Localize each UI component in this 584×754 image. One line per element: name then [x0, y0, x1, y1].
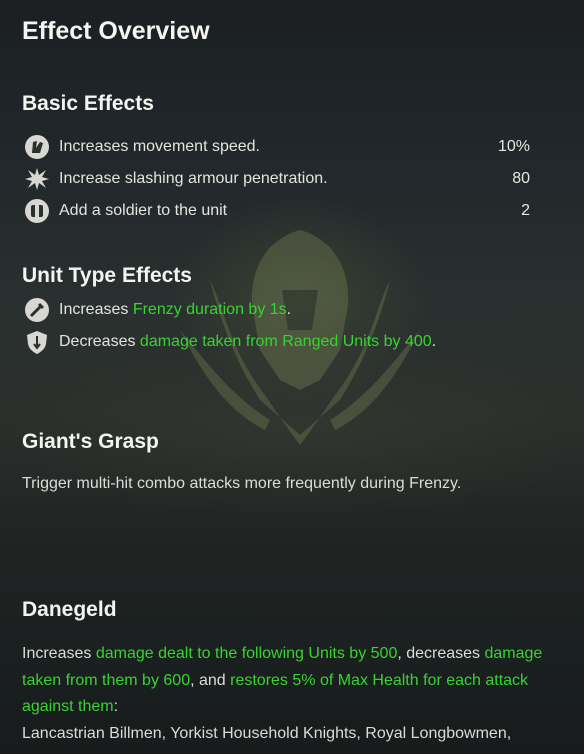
danegeld-text-part: : — [113, 698, 119, 715]
basic-effect-label: Increases movement speed. — [59, 138, 260, 155]
giants-grasp-text: Trigger multi-hit combo attacks more fre… — [22, 475, 462, 492]
unit-type-suffix: . — [286, 301, 292, 318]
unit-type-highlight: damage taken from Ranged Units by 400 — [139, 333, 432, 350]
slash-burst-icon — [24, 166, 50, 192]
danegeld-heading: Danegeld — [22, 598, 117, 621]
soldier-icon — [24, 198, 50, 224]
basic-effect-row: Increases movement speed. 10% — [24, 133, 530, 161]
unit-type-effects-heading: Unit Type Effects — [22, 264, 192, 287]
basic-effect-row: Increase slashing armour penetration. 80 — [24, 165, 530, 193]
basic-effect-value: 10% — [497, 138, 530, 155]
page-title: Effect Overview — [22, 17, 210, 45]
shield-arrow-icon — [24, 329, 50, 355]
frenzy-icon — [24, 297, 50, 323]
basic-effects-heading: Basic Effects — [22, 92, 154, 115]
unit-type-effect-row: Increases Frenzy duration by 1s. — [24, 296, 530, 324]
basic-effect-row: Add a soldier to the unit 2 — [24, 197, 530, 225]
unit-type-prefix: Decreases — [59, 333, 140, 350]
danegeld-text-part: , decreases — [397, 645, 485, 662]
danegeld-text-part: Increases — [22, 645, 96, 662]
boot-icon — [24, 134, 50, 160]
basic-effect-label: Increase slashing armour penetration. — [59, 170, 328, 187]
danegeld-text-part: , and — [190, 671, 231, 689]
basic-effect-value: 2 — [521, 202, 530, 219]
basic-effect-value: 80 — [512, 170, 530, 187]
unit-type-prefix: Increases — [59, 301, 133, 318]
unit-type-suffix: . — [431, 333, 437, 350]
danegeld-highlight: damage dealt to the following Units by 5… — [95, 645, 398, 662]
basic-effect-label: Add a soldier to the unit — [59, 202, 228, 219]
unit-type-highlight: Frenzy duration by 1s — [132, 301, 287, 318]
unit-type-effect-row: Decreases damage taken from Ranged Units… — [24, 328, 530, 356]
danegeld-text: Increases damage dealt to the following … — [22, 641, 567, 721]
giants-grasp-heading: Giant's Grasp — [22, 430, 159, 453]
danegeld-units: Lancastrian Billmen, Yorkist Household K… — [22, 725, 512, 742]
